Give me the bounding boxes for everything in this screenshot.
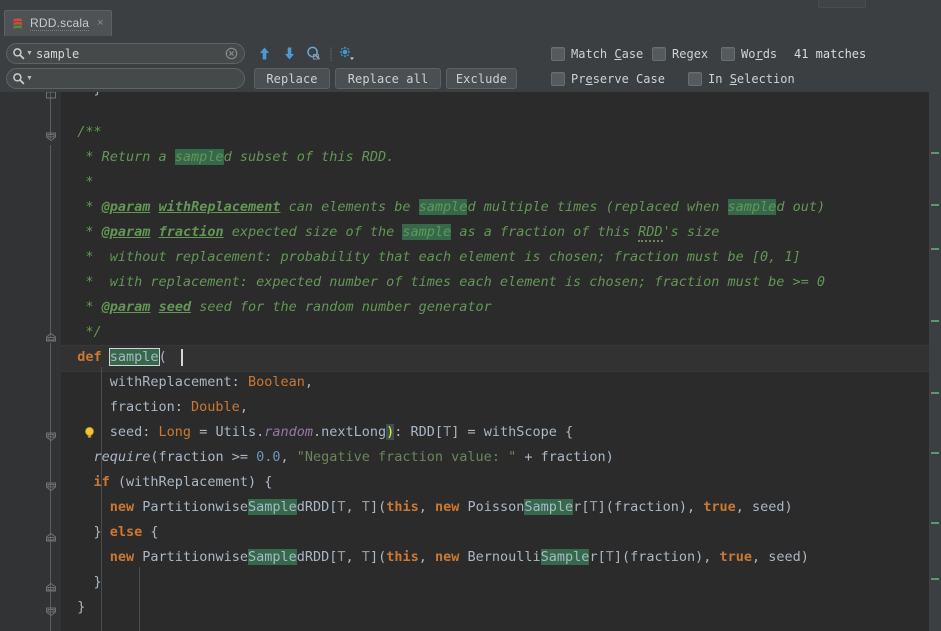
option-label: Preserve Case	[571, 72, 665, 86]
scala-file-icon	[11, 17, 25, 31]
fold-collapse-icon[interactable]	[44, 130, 58, 144]
fold-expand-icon[interactable]	[44, 330, 58, 344]
replace-button[interactable]: Replace	[254, 68, 330, 89]
fold-expand-icon[interactable]	[44, 580, 58, 594]
editor-tab-bar: RDD.scala ×	[0, 8, 941, 37]
code-line: withReplacement: Boolean,	[61, 374, 313, 390]
close-icon[interactable]: ×	[97, 18, 103, 29]
search-input[interactable]: ▼ sample	[6, 43, 245, 64]
find-replace-panel: ▼ sample Match Case Regex Words 41 match…	[0, 36, 941, 93]
replace-all-button[interactable]: Replace all	[335, 68, 441, 89]
option-preserve-case[interactable]: Preserve Case	[551, 72, 665, 86]
code-line: new PartitionwiseSampledRDD[T, T](this, …	[109, 499, 793, 515]
editor-tab-label: RDD.scala	[30, 16, 90, 31]
option-label: In Selection	[708, 72, 795, 86]
toolbar-debug-stub[interactable]	[889, 0, 903, 6]
code-line: * @param fraction expected size of the s…	[61, 224, 720, 242]
option-label: Words	[741, 47, 778, 61]
replace-input[interactable]: ▼	[6, 68, 245, 89]
code-line: * with replacement: expected number of t…	[61, 274, 826, 290]
code-line: * without replacement: probability that …	[61, 249, 801, 265]
fold-collapse-icon[interactable]	[44, 480, 58, 494]
checkbox[interactable]	[721, 47, 735, 61]
fold-collapse-icon[interactable]	[44, 92, 58, 102]
toolbar-combo-stub[interactable]	[818, 0, 866, 8]
code-line: * Return a sampled subset of this RDD.	[61, 149, 395, 165]
code-editor[interactable]: } /** * Return a sampled subset of this …	[0, 92, 941, 631]
code-line: * @param withReplacement can elements be…	[61, 199, 826, 215]
option-label: Match Case	[571, 47, 644, 61]
toolbar-search-stub[interactable]	[912, 0, 926, 6]
toolbar-separator	[330, 47, 332, 61]
code-line: */	[61, 324, 102, 340]
search-icon	[12, 72, 25, 85]
fold-collapse-icon[interactable]	[44, 605, 58, 619]
code-line: }	[61, 92, 102, 102]
filter-settings-icon[interactable]	[336, 44, 355, 63]
clear-icon[interactable]	[225, 47, 238, 60]
checkbox[interactable]	[551, 72, 565, 86]
chevron-down-icon[interactable]: ▼	[26, 75, 33, 82]
indent-guide	[139, 567, 140, 631]
match-count-label: 41 matches	[794, 47, 867, 61]
code-line: def sample(	[61, 348, 167, 366]
chevron-down-icon[interactable]: ▼	[26, 50, 33, 57]
option-regex[interactable]: Regex	[652, 47, 708, 61]
fold-line	[50, 145, 51, 337]
text-caret	[181, 349, 183, 366]
code-line: /**	[61, 124, 102, 140]
option-in-selection[interactable]: In Selection	[688, 72, 795, 86]
option-words[interactable]: Words	[721, 47, 777, 61]
checkbox[interactable]	[688, 72, 702, 86]
find-previous-icon[interactable]	[255, 44, 274, 63]
code-line: }	[61, 599, 86, 615]
fold-expand-icon[interactable]	[44, 530, 58, 544]
option-label: Regex	[672, 47, 709, 61]
code-line: *	[61, 174, 94, 190]
code-line: fraction: Double,	[61, 399, 248, 415]
editor-gutter[interactable]	[0, 92, 41, 631]
editor-marker-strip[interactable]	[929, 92, 941, 631]
option-match-case[interactable]: Match Case	[551, 47, 643, 61]
exclude-button[interactable]: Exclude	[446, 68, 517, 89]
editor-tab-rdd-scala[interactable]: RDD.scala ×	[4, 10, 112, 36]
checkbox[interactable]	[652, 47, 666, 61]
code-text-area[interactable]: } /** * Return a sampled subset of this …	[61, 92, 941, 631]
code-line: }	[61, 574, 102, 590]
code-line: new PartitionwiseSampledRDD[T, T](this, …	[109, 549, 809, 565]
intellij-editor-window: RDD.scala × ▼ sample Match Case Regex Wo…	[0, 0, 941, 631]
code-line: * @param seed seed for the random number…	[61, 299, 492, 315]
toolbar-run-stub[interactable]	[869, 0, 883, 6]
find-next-icon[interactable]	[280, 44, 299, 63]
find-all-icon[interactable]	[304, 44, 323, 63]
code-line: seed: Long = Utils.random.nextLong): RDD…	[61, 424, 574, 440]
code-line: require(fraction >= 0.0, "Negative fract…	[93, 449, 614, 465]
fold-collapse-icon[interactable]	[44, 430, 58, 444]
current-line-highlight	[61, 345, 941, 372]
checkbox[interactable]	[551, 47, 565, 61]
search-input-value: sample	[35, 46, 80, 61]
search-icon	[12, 47, 25, 60]
code-line: if (withReplacement) {	[93, 474, 273, 490]
code-line: } else {	[61, 524, 159, 540]
